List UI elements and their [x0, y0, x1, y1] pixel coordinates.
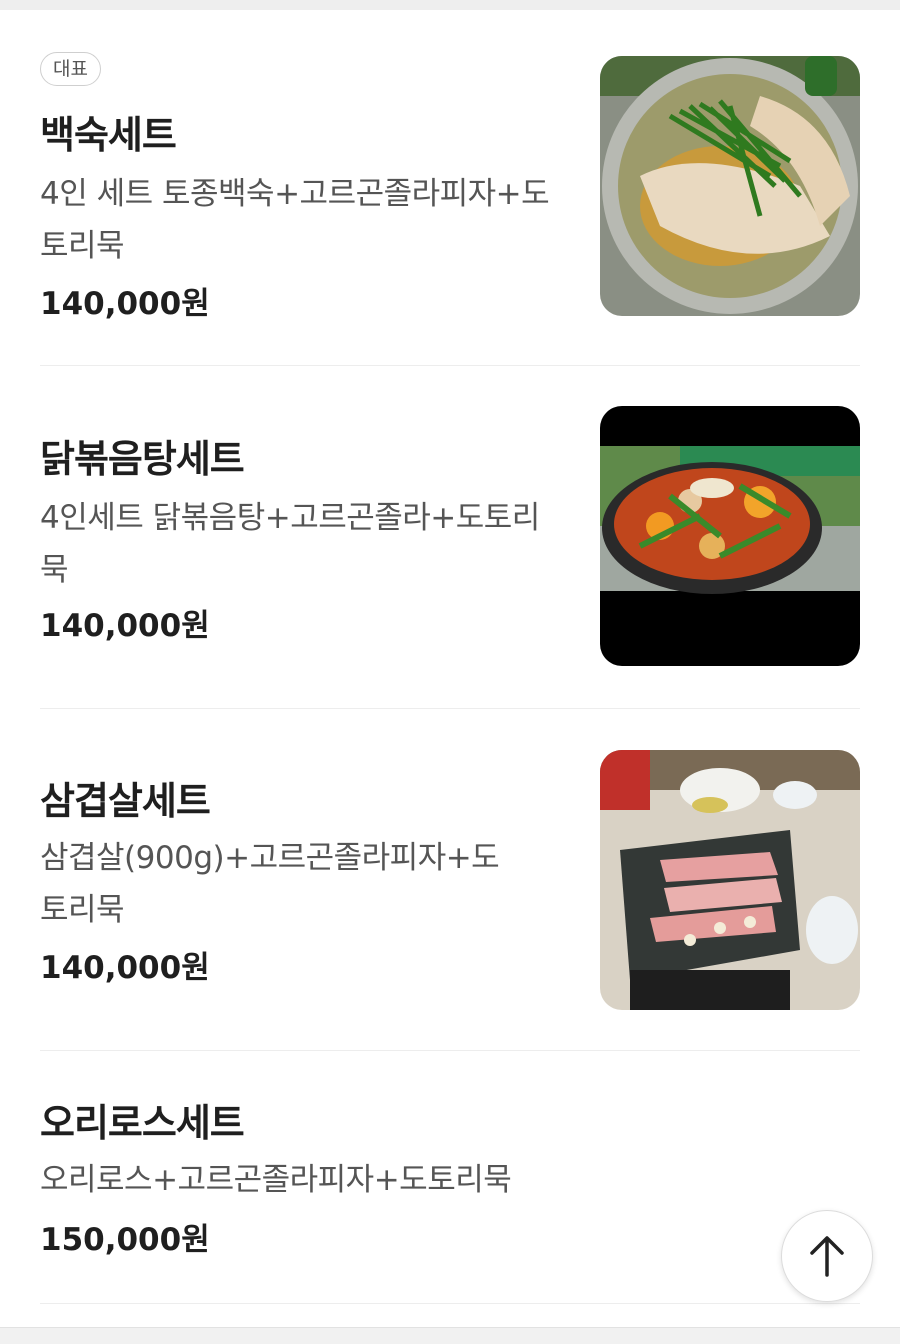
menu-item-price: 140,000원: [40, 286, 210, 322]
menu-item-dakbokkeumtang-set[interactable]: 닭볶음탕세트 4인세트 닭볶음탕+고르곤졸라+도토리묵 140,000원: [40, 402, 860, 672]
menu-item-name: 닭볶음탕세트: [40, 437, 245, 481]
arrow-up-icon: [810, 1236, 844, 1277]
item-divider: [40, 365, 860, 366]
item-divider: [40, 708, 860, 709]
signature-badge: 대표: [40, 52, 101, 86]
menu-item-description: 4인세트 닭볶음탕+고르곤졸라+도토리묵: [40, 500, 540, 588]
menu-item-price: 150,000원: [40, 1222, 210, 1258]
dakbokkeumtang-photo[interactable]: [600, 406, 860, 666]
menu-item-baeksuk-set[interactable]: 대표 백숙세트 4인 세트 토종백숙+고르곤졸라피자+도토리묵 140,000원: [40, 52, 860, 352]
menu-item-price: 140,000원: [40, 950, 210, 986]
scroll-top-button[interactable]: [781, 1210, 873, 1302]
menu-item-price: 140,000원: [40, 608, 210, 644]
bottom-edge: [0, 1327, 900, 1344]
menu-item-description: 삼겹살(900g)+고르곤졸라피자+도토리묵: [40, 840, 500, 928]
menu-item-samgyeopsal-set[interactable]: 삼겹살세트 삼겹살(900g)+고르곤졸라피자+도토리묵 140,000원: [40, 744, 860, 1014]
baeksuk-photo[interactable]: [600, 56, 860, 316]
menu-item-description: 4인 세트 토종백숙+고르곤졸라피자+도토리묵: [40, 176, 550, 264]
menu-item-ori-roast-set[interactable]: 오리로스세트 오리로스+고르곤졸라피자+도토리묵 150,000원: [40, 1088, 860, 1298]
menu-item-description: 오리로스+고르곤졸라피자+도토리묵: [40, 1162, 512, 1198]
menu-item-name: 백숙세트: [40, 113, 177, 157]
menu-item-name: 오리로스세트: [40, 1101, 245, 1145]
item-divider: [40, 1050, 860, 1051]
item-divider: [40, 1303, 860, 1304]
menu-item-name: 삼겹살세트: [40, 779, 211, 823]
samgyeopsal-photo[interactable]: [600, 750, 860, 1010]
top-edge: [0, 0, 900, 10]
